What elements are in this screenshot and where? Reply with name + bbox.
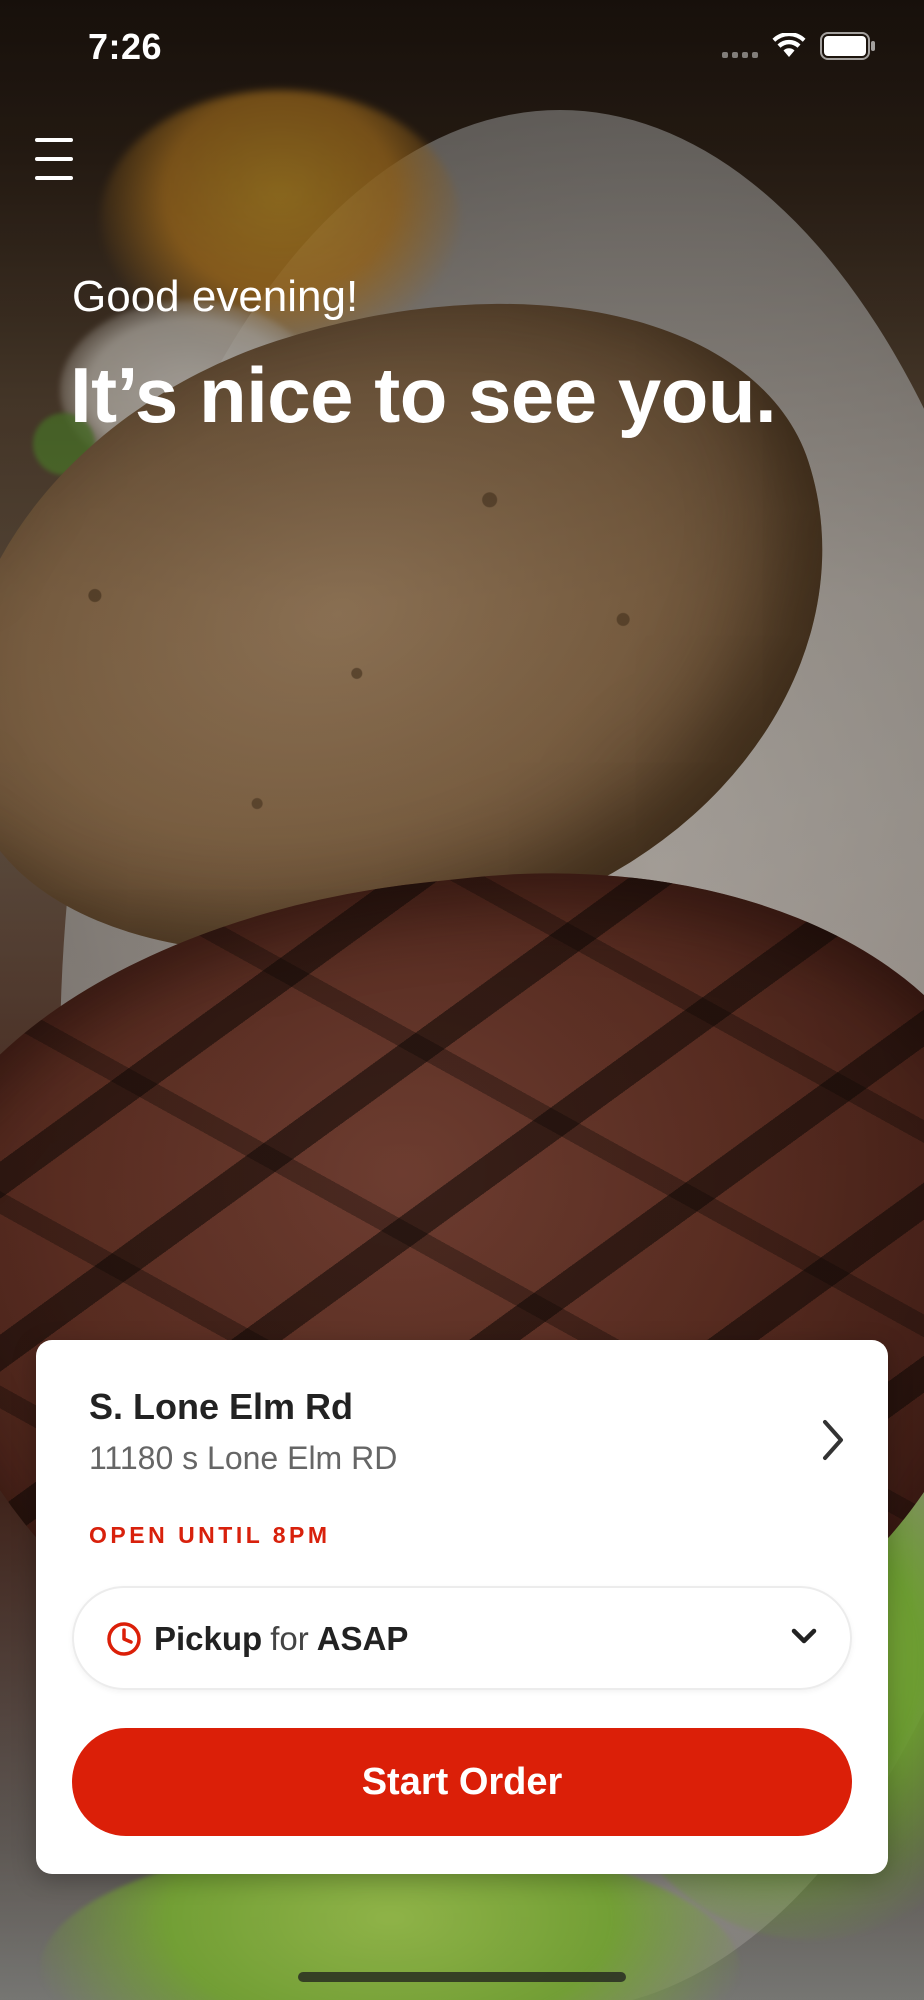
status-icons — [722, 32, 876, 60]
pickup-summary: Pickup for ASAP — [154, 1620, 408, 1658]
location-selector[interactable]: S. Lone Elm Rd 11180 s Lone Elm RD — [89, 1386, 849, 1496]
status-time: 7:26 — [88, 26, 163, 67]
pickup-time: ASAP — [316, 1620, 409, 1657]
pickup-time-dropdown[interactable]: Pickup for ASAP — [72, 1586, 852, 1690]
location-address: 11180 s Lone Elm RD — [89, 1440, 398, 1476]
greeting-text: Good evening! — [72, 272, 359, 321]
pickup-connector: for — [270, 1620, 309, 1657]
battery-icon — [820, 32, 876, 60]
home-indicator — [298, 1972, 626, 1982]
home-screen: 7:26 Good evening! It’s nice to see you.… — [0, 0, 924, 2000]
clock-icon — [107, 1622, 141, 1656]
chevron-down-icon — [791, 1628, 817, 1644]
signal-icon — [722, 34, 758, 58]
location-name: S. Lone Elm Rd — [89, 1386, 354, 1427]
start-order-button[interactable]: Start Order — [72, 1728, 852, 1836]
open-status-label: OPEN UNTIL 8PM — [89, 1522, 331, 1548]
pickup-mode: Pickup — [154, 1620, 263, 1657]
chevron-right-icon — [823, 1420, 843, 1460]
headline-text: It’s nice to see you. — [70, 351, 777, 439]
wifi-icon — [772, 33, 806, 59]
hamburger-menu-icon[interactable] — [30, 138, 78, 180]
location-card: S. Lone Elm Rd 11180 s Lone Elm RD OPEN … — [36, 1340, 888, 1874]
status-bar: 7:26 — [0, 0, 924, 100]
